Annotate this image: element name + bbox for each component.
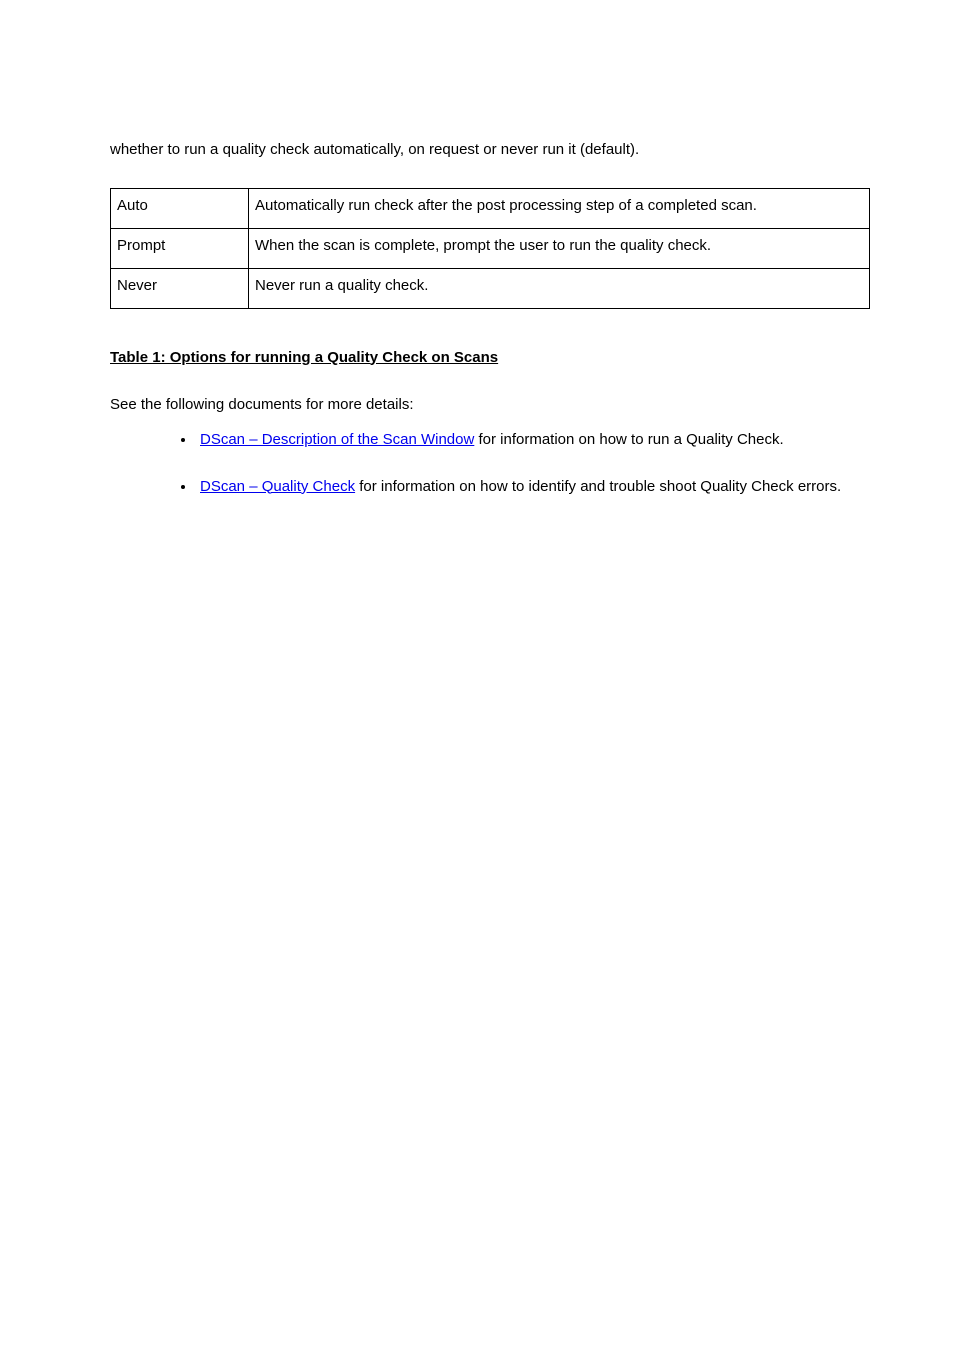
list-item: DScan – Description of the Scan Window f… — [196, 431, 854, 448]
list-item-after-text: for information on how to identify and t… — [355, 478, 841, 495]
options-table: AutoAutomatically run check after the po… — [110, 188, 870, 309]
related-documents-list: DScan – Description of the Scan Window f… — [110, 431, 854, 495]
doc-link-scan-window[interactable]: DScan – Description of the Scan Window — [200, 431, 474, 448]
table-caption: Table 1: Options for running a Quality C… — [110, 349, 854, 366]
lead-paragraph: whether to run a quality check automatic… — [110, 140, 854, 160]
option-description-cell: Never run a quality check. — [249, 268, 870, 308]
table-row: AutoAutomatically run check after the po… — [111, 188, 870, 228]
option-name-cell: Auto — [111, 188, 249, 228]
list-item-after-text: for information on how to run a Quality … — [474, 431, 783, 448]
option-description-cell: Automatically run check after the post p… — [249, 188, 870, 228]
option-name-cell: Prompt — [111, 228, 249, 268]
doc-link-quality-check[interactable]: DScan – Quality Check — [200, 478, 355, 495]
document-page: whether to run a quality check automatic… — [0, 0, 954, 1350]
see-more-intro: See the following documents for more det… — [110, 396, 854, 413]
option-description-cell: When the scan is complete, prompt the us… — [249, 228, 870, 268]
list-item: DScan – Quality Check for information on… — [196, 478, 854, 495]
table-row: NeverNever run a quality check. — [111, 268, 870, 308]
table-row: PromptWhen the scan is complete, prompt … — [111, 228, 870, 268]
option-name-cell: Never — [111, 268, 249, 308]
